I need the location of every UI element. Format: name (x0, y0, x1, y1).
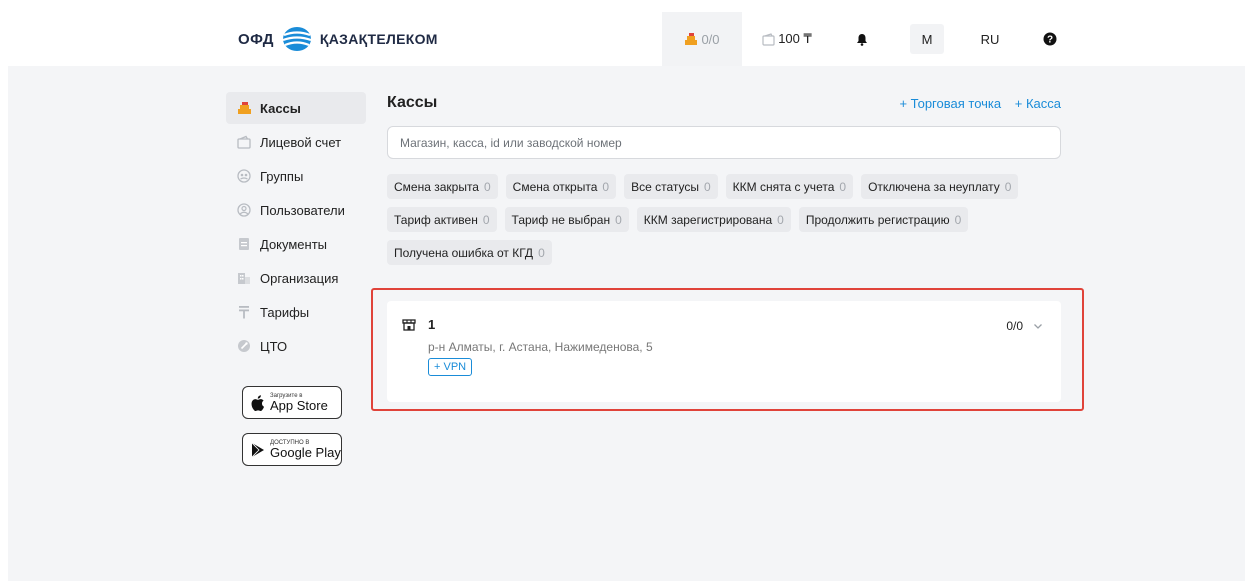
bell-icon (857, 33, 867, 46)
top-bar: ОФД ҚАЗАҚТЕЛЕКОМ 0/0 100 ₸ M RU ? (0, 12, 1245, 66)
user-avatar-button[interactable]: M (910, 24, 944, 54)
store-number: 1 (428, 317, 436, 332)
sidebar-item-organization[interactable]: Организация (226, 262, 366, 294)
search-input[interactable] (387, 126, 1061, 159)
filter-chip-count: 0 (703, 179, 711, 194)
filter-chip-label: Тариф активен (394, 212, 478, 227)
filter-chip-label: ККМ снята с учета (732, 179, 835, 194)
filter-chip-label: Продолжить регистрацию (805, 212, 950, 227)
sidebar-item-label: ЦТО (260, 338, 288, 354)
wallet-icon (762, 32, 775, 46)
sidebar-item-users[interactable]: Пользователи (226, 194, 366, 226)
add-trade-point-link[interactable]: + Торговая точка (899, 96, 1001, 111)
filter-chip-deregistered[interactable]: ККМ снята с учета 0 (725, 174, 854, 199)
document-icon (236, 236, 252, 252)
sidebar-item-documents[interactable]: Документы (226, 228, 366, 260)
top-strip (0, 0, 1245, 12)
filter-chip-count: 0 (615, 212, 622, 227)
sidebar-item-label: Лицевой счет (260, 134, 342, 150)
filter-chip-kgd-error[interactable]: Получена ошибка от КГД 0 (387, 240, 552, 265)
language-label: RU (980, 31, 1000, 47)
filter-chip-label: ККМ зарегистрирована (643, 212, 773, 227)
filter-chip-tariff-not-selected[interactable]: Тариф не выбран 0 (504, 207, 629, 232)
sidebar-item-cto[interactable]: ЦТО (226, 330, 366, 362)
sidebar: Кассы Лицевой счет Группы Пользователи Д… (226, 92, 366, 466)
filter-chip-count: 0 (954, 212, 962, 227)
kazakhtelecom-logo-icon (282, 27, 312, 51)
sidebar-item-groups[interactable]: Группы (226, 160, 366, 192)
tenge-icon (236, 304, 252, 320)
cash-register-icon (685, 32, 698, 45)
filter-chip-label: Отключена за неуплату (868, 179, 1000, 194)
sidebar-item-tariffs[interactable]: Тарифы (226, 296, 366, 328)
filter-chip-continue-registration[interactable]: Продолжить регистрацию 0 (798, 207, 969, 232)
google-play-label: Google Play (270, 445, 341, 460)
add-kassa-link[interactable]: + Касса (1015, 96, 1061, 111)
user-initial: M (921, 31, 933, 47)
kassa-counter-button[interactable]: 0/0 (662, 12, 742, 66)
service-center-icon (236, 338, 252, 354)
wallet-icon (236, 134, 252, 150)
store-address: р-н Алматы, г. Астана, Нажимеденова, 5 (428, 340, 653, 354)
filter-chip-shift-closed[interactable]: Смена закрыта 0 (387, 174, 498, 199)
balance-value: 100 ₸ (778, 31, 812, 46)
sidebar-item-label: Документы (260, 236, 328, 252)
filter-chip-count: 0 (602, 179, 610, 194)
google-play-icon (251, 442, 264, 457)
sidebar-item-label: Кассы (260, 100, 301, 116)
help-button[interactable]: ? (1040, 12, 1060, 66)
logo-company-name: ҚАЗАҚТЕЛЕКОМ (319, 31, 438, 47)
filter-chip-label: Смена закрыта (394, 179, 479, 194)
kassa-counter: 0/0 (701, 31, 720, 47)
balance-button[interactable]: 100 ₸ (752, 12, 822, 66)
status-filters: Смена закрыта 0 Смена открыта 0 Все статус… (387, 174, 1061, 273)
logo-ofd-text: ОФД (238, 30, 274, 48)
chevron-down-icon (1034, 324, 1042, 329)
language-switcher[interactable]: RU (976, 12, 1004, 66)
app-store-button[interactable]: Загрузите в App Store (242, 386, 342, 419)
filter-chip-shift-open[interactable]: Смена открыта 0 (505, 174, 617, 199)
filter-chip-tariff-active[interactable]: Тариф активен 0 (387, 207, 497, 232)
store-expand-toggle[interactable]: 0/0 (1006, 319, 1043, 333)
notifications-button[interactable] (852, 12, 872, 66)
user-icon (236, 202, 252, 218)
add-links: + Торговая точка + Касса (889, 96, 1061, 111)
filter-chip-count: 0 (482, 212, 490, 227)
sidebar-item-account[interactable]: Лицевой счет (226, 126, 366, 158)
filter-chip-label: Все статусы (631, 179, 699, 194)
store-card[interactable]: 1 р-н Алматы, г. Астана, Нажимеденова, 5… (387, 301, 1061, 402)
groups-icon (236, 168, 252, 184)
sidebar-item-label: Организация (260, 270, 339, 286)
filter-chip-count: 0 (839, 179, 847, 194)
filter-chip-registered[interactable]: ККМ зарегистрирована 0 (636, 207, 791, 232)
filter-chip-label: Получена ошибка от КГД (394, 245, 534, 260)
cash-register-icon (236, 100, 252, 116)
apple-icon (251, 394, 264, 411)
filter-chip-count: 0 (777, 212, 784, 227)
building-icon (236, 270, 252, 286)
filter-chip-count: 0 (538, 245, 545, 260)
help-icon: ? (1043, 32, 1057, 46)
svg-text:?: ? (1047, 35, 1053, 46)
logo[interactable]: ОФД ҚАЗАҚТЕЛЕКОМ (238, 12, 438, 66)
filter-chip-label: Смена открыта (512, 179, 598, 194)
google-play-button[interactable]: ДОСТУПНО В Google Play (242, 433, 342, 466)
filter-chip-count: 0 (1004, 179, 1012, 194)
store-kassa-count: 0/0 (1006, 319, 1023, 333)
page-title: Кассы (387, 94, 438, 111)
app-store-label: App Store (270, 398, 328, 413)
filter-chip-disabled-nonpayment[interactable]: Отключена за неуплату 0 (861, 174, 1019, 199)
store-icon (402, 318, 416, 331)
filter-chip-all-statuses[interactable]: Все статусы 0 (624, 174, 718, 199)
sidebar-item-label: Тарифы (260, 304, 310, 320)
sidebar-item-label: Пользователи (260, 202, 345, 218)
sidebar-item-label: Группы (260, 168, 304, 184)
filter-chip-label: Тариф не выбран (511, 212, 611, 227)
add-vpn-button[interactable]: + VPN (428, 358, 473, 376)
filter-chip-count: 0 (483, 179, 491, 194)
sidebar-item-kassy[interactable]: Кассы (226, 92, 366, 124)
